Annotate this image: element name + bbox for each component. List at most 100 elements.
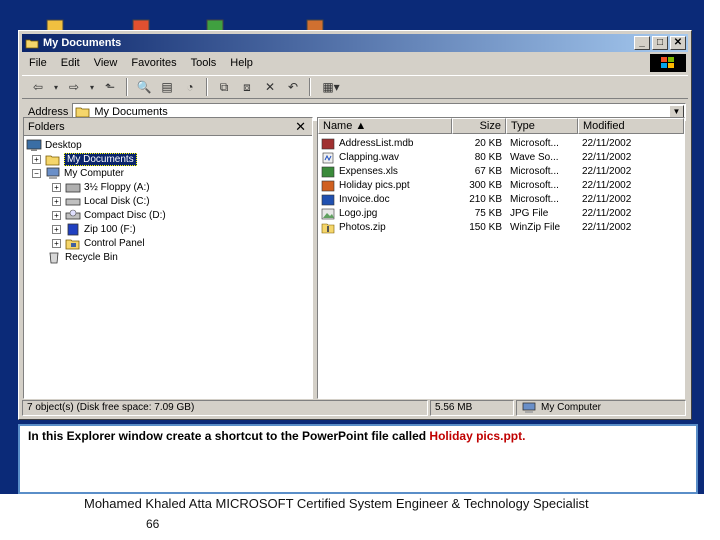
tree-label: Compact Disc (D:) xyxy=(84,209,166,221)
tree-item-floppy[interactable]: + 3½ Floppy (A:) xyxy=(52,180,150,194)
file-type: Microsoft... xyxy=(510,138,559,149)
column-modified[interactable]: Modified xyxy=(578,118,684,134)
computer-icon xyxy=(522,402,536,413)
maximize-button[interactable]: □ xyxy=(652,36,668,50)
tree-label: My Computer xyxy=(64,167,125,179)
forward-icon[interactable]: ⇨ xyxy=(64,78,84,96)
file-row[interactable]: Invoice.doc 210 KB Microsoft... 22/11/20… xyxy=(318,192,668,207)
file-modified: 22/11/2002 xyxy=(582,222,632,233)
control-panel-icon xyxy=(65,239,80,249)
menu-help[interactable]: Help xyxy=(223,57,260,69)
file-size: 80 KB xyxy=(474,152,502,163)
image-file-icon xyxy=(321,208,335,219)
expand-icon[interactable]: + xyxy=(52,238,61,248)
tree-item-recycle-bin[interactable]: Recycle Bin xyxy=(46,250,118,264)
tree-item-desktop[interactable]: Desktop xyxy=(26,138,82,152)
folders-icon[interactable]: ▤ xyxy=(157,78,177,96)
delete-icon[interactable]: ✕ xyxy=(260,78,280,96)
file-row[interactable]: Clapping.wav 80 KB Wave So... 22/11/2002 xyxy=(318,150,668,165)
menu-file[interactable]: File xyxy=(22,57,54,69)
title-bar[interactable]: My Documents _ □ ✕ xyxy=(22,34,688,52)
expand-icon[interactable]: + xyxy=(52,196,61,206)
file-list-header: Name ▲ Size Type Modified xyxy=(318,118,684,134)
history-icon[interactable]: ◔ xyxy=(180,78,200,96)
folders-title: Folders xyxy=(28,120,65,133)
status-size: 5.56 MB xyxy=(430,400,514,416)
column-size[interactable]: Size xyxy=(452,118,506,134)
up-folder-icon[interactable]: ⬑ xyxy=(100,78,120,96)
file-modified: 22/11/2002 xyxy=(582,166,632,177)
tree-item-my-documents[interactable]: + My Documents xyxy=(32,152,137,166)
computer-icon xyxy=(46,167,60,179)
desktop-icon xyxy=(26,139,42,151)
file-row[interactable]: Holiday pics.ppt 300 KB Microsoft... 22/… xyxy=(318,178,668,193)
tree-item-local-disk[interactable]: + Local Disk (C:) xyxy=(52,194,150,208)
file-size: 67 KB xyxy=(474,166,502,177)
file-type: Microsoft... xyxy=(510,166,559,177)
expand-icon[interactable]: + xyxy=(32,154,41,164)
instruction-box: In this Explorer window create a shortcu… xyxy=(18,424,698,494)
file-size: 210 KB xyxy=(469,194,502,205)
tree-label: Local Disk (C:) xyxy=(84,195,150,207)
file-name: AddressList.mdb xyxy=(339,138,414,149)
zip-drive-icon xyxy=(67,223,79,235)
menu-tools[interactable]: Tools xyxy=(184,57,224,69)
file-modified: 22/11/2002 xyxy=(582,208,632,219)
explorer-window: My Documents _ □ ✕ File Edit View Favori… xyxy=(18,30,692,420)
column-name[interactable]: Name ▲ xyxy=(318,118,452,134)
recycle-bin-icon xyxy=(49,252,59,263)
menu-favorites[interactable]: Favorites xyxy=(124,57,183,69)
file-name: Invoice.doc xyxy=(339,194,390,205)
file-modified: 22/11/2002 xyxy=(582,138,632,149)
column-type[interactable]: Type xyxy=(506,118,578,134)
toolbar-separator xyxy=(309,78,311,96)
forward-dropdown-icon[interactable]: ▾ xyxy=(87,78,97,96)
copy-to-icon[interactable]: ⧈ xyxy=(237,78,257,96)
file-modified: 22/11/2002 xyxy=(582,152,632,163)
wave-file-icon xyxy=(322,152,334,163)
back-dropdown-icon[interactable]: ▾ xyxy=(51,78,61,96)
file-row[interactable]: Photos.zip 150 KB WinZip File 22/11/2002 xyxy=(318,220,668,235)
status-location: My Computer xyxy=(516,400,686,416)
folders-pane: Folders ✕ Desktop + My Documents − My Co… xyxy=(23,117,313,399)
file-size: 20 KB xyxy=(474,138,502,149)
views-icon[interactable]: ▦▾ xyxy=(317,78,345,96)
expand-icon[interactable]: + xyxy=(52,210,61,220)
search-icon[interactable]: 🔍 xyxy=(134,78,154,96)
file-type: Wave So... xyxy=(510,152,559,163)
expand-icon[interactable]: + xyxy=(52,224,61,234)
file-row[interactable]: AddressList.mdb 20 KB Microsoft... 22/11… xyxy=(318,136,668,151)
minimize-button[interactable]: _ xyxy=(634,36,650,50)
tree-label: Zip 100 (F:) xyxy=(84,223,136,235)
close-button[interactable]: ✕ xyxy=(670,36,686,50)
page-number: 66 xyxy=(146,517,160,531)
tree-item-zip[interactable]: + Zip 100 (F:) xyxy=(52,222,136,236)
close-folders-icon[interactable]: ✕ xyxy=(295,119,306,135)
cd-drive-icon xyxy=(65,209,81,219)
toolbar-separator xyxy=(126,78,128,96)
windows-logo-icon xyxy=(650,54,686,72)
file-row[interactable]: Expenses.xls 67 KB Microsoft... 22/11/20… xyxy=(318,164,668,179)
file-row[interactable]: Logo.jpg 75 KB JPG File 22/11/2002 xyxy=(318,206,668,221)
back-icon[interactable]: ⇦ xyxy=(28,78,48,96)
menu-view[interactable]: View xyxy=(87,57,125,69)
file-size: 75 KB xyxy=(474,208,502,219)
collapse-icon[interactable]: − xyxy=(32,168,41,178)
expand-icon[interactable]: + xyxy=(52,182,61,192)
move-to-icon[interactable]: ⧉ xyxy=(214,78,234,96)
menu-edit[interactable]: Edit xyxy=(54,57,87,69)
file-name: Logo.jpg xyxy=(339,208,378,219)
excel-file-icon xyxy=(321,166,335,177)
folders-header: Folders ✕ xyxy=(24,118,312,136)
file-type: Microsoft... xyxy=(510,180,559,191)
file-name: Holiday pics.ppt xyxy=(339,180,410,191)
hard-disk-icon xyxy=(65,198,81,205)
tree-label: Desktop xyxy=(45,139,82,151)
file-name: Expenses.xls xyxy=(339,166,398,177)
undo-icon[interactable]: ↶ xyxy=(283,78,303,96)
tree-item-my-computer[interactable]: − My Computer xyxy=(32,166,124,180)
access-file-icon xyxy=(321,138,335,149)
tree-item-control-panel[interactable]: + Control Panel xyxy=(52,236,145,250)
tree-item-compact-disc[interactable]: + Compact Disc (D:) xyxy=(52,208,166,222)
instruction-highlight: Holiday pics.ppt. xyxy=(429,429,526,443)
